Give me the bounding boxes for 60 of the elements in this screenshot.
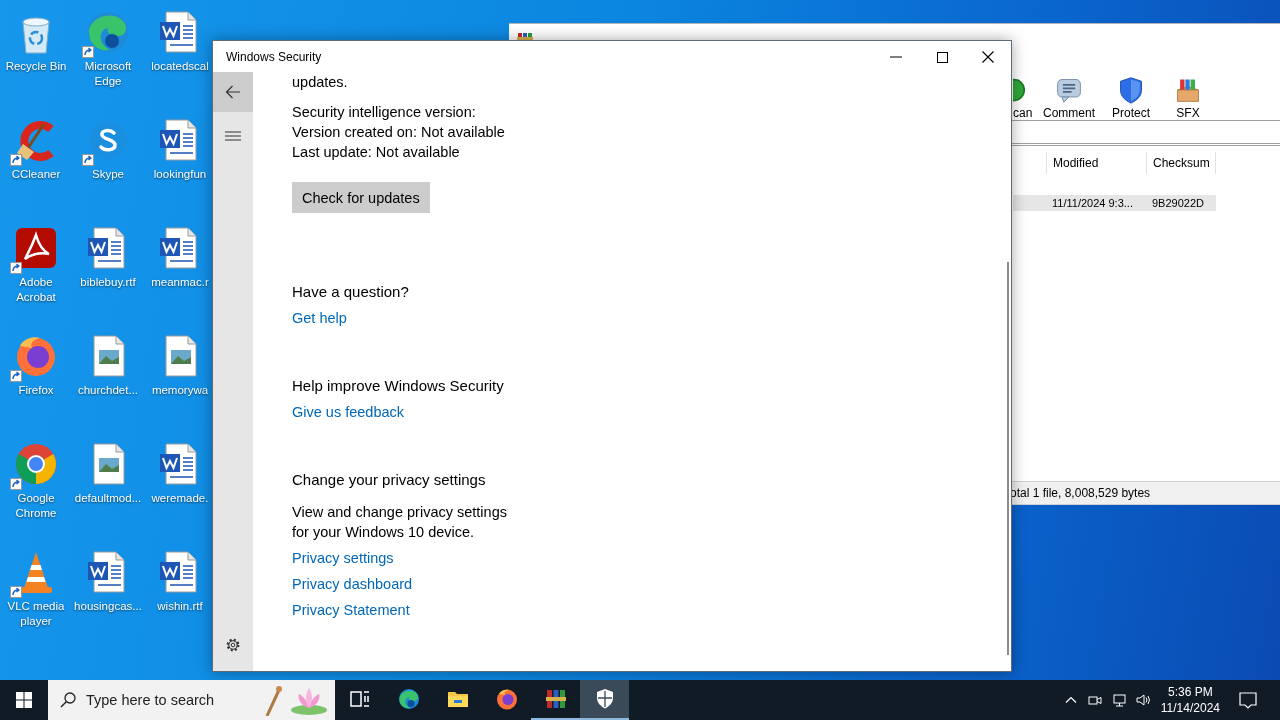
search-field[interactable]: Type here to search xyxy=(48,680,335,720)
desktop-icon-label[interactable]: Adobe Acrobat xyxy=(0,275,72,305)
table-cell-text: 9B29022D xyxy=(1151,197,1205,209)
desktop-icon-label[interactable]: memorywa xyxy=(144,383,216,398)
section-heading: Help improve Windows Security xyxy=(292,376,505,396)
link[interactable]: Privacy dashboard xyxy=(292,574,413,594)
close-icon xyxy=(980,48,996,65)
info-text: Security intelligence version: xyxy=(292,103,476,122)
desktop-icon-label[interactable]: Firefox xyxy=(0,383,72,398)
desktop-icon-label[interactable]: Recycle Bin xyxy=(0,59,72,74)
clock[interactable]: 5:36 PM 11/14/2024 xyxy=(1154,684,1226,716)
check-updates-button[interactable]: Check for updates xyxy=(292,182,430,213)
desktop-icon-label[interactable]: meanmac.r xyxy=(144,275,216,290)
link[interactable]: Privacy Statement xyxy=(292,600,410,620)
back-icon xyxy=(225,84,241,100)
window-title: Windows Security xyxy=(225,49,323,64)
link[interactable]: Give us feedback xyxy=(292,402,405,422)
desktop-icon-label[interactable]: wishin.rtf xyxy=(144,599,216,614)
toolbar-button[interactable]: can xyxy=(1013,76,1036,120)
desktop-icon-label[interactable]: lookingfun xyxy=(144,167,216,182)
menu-icon xyxy=(225,128,241,144)
toolbar-button[interactable]: SFX xyxy=(1164,76,1212,120)
desktop-icon-label[interactable]: weremade. xyxy=(144,491,216,506)
link[interactable]: Get help xyxy=(292,308,347,328)
desktop-icon-label[interactable]: Microsoft Edge xyxy=(72,59,144,89)
desktop-icon-label[interactable]: locatedscal xyxy=(144,59,216,74)
start-icon xyxy=(16,692,32,708)
column-header[interactable]: Modified xyxy=(1046,152,1146,174)
info-text: Version created on: Not available xyxy=(292,123,505,142)
desktop-icon-label[interactable]: biblebuy.rtf xyxy=(72,275,144,290)
body-text: View and change privacy settings for your Windows 10 device. xyxy=(292,503,508,542)
edge-icon xyxy=(396,687,421,711)
toolbar-button[interactable]: Comment xyxy=(1040,76,1098,120)
speech-bubble-icon xyxy=(1238,690,1258,710)
books-icon xyxy=(543,687,568,711)
section-heading: Change your privacy settings xyxy=(292,470,487,490)
firefox-icon xyxy=(494,687,519,711)
taskbar-app-button[interactable] xyxy=(580,680,629,720)
desktop-icon-label[interactable]: housingcas... xyxy=(72,599,144,614)
settings-icon xyxy=(225,637,241,653)
table-row[interactable]: 11/11/2024 9:3... 9B29022D xyxy=(1013,195,1216,211)
info-text: Last update: Not available xyxy=(292,143,460,162)
desktop-icon-label[interactable]: CCleaner xyxy=(0,167,72,182)
section-heading: Have a question? xyxy=(292,282,410,302)
desktop-icon-label[interactable]: Google Chrome xyxy=(0,491,72,521)
search-icon xyxy=(60,692,76,708)
scroll-bar[interactable] xyxy=(1007,262,1009,655)
volume-icon xyxy=(1134,692,1151,708)
toolbar-button[interactable]: Protect xyxy=(1102,76,1160,120)
desktop-icon-label[interactable]: churchdet... xyxy=(72,383,144,398)
table-cell-text: 11/11/2024 9:3... xyxy=(1051,197,1134,209)
network-icon xyxy=(1110,692,1127,708)
link[interactable]: Privacy settings xyxy=(292,548,394,568)
lotus-flower-icon xyxy=(265,684,329,716)
desktop-icon-label[interactable]: defaultmod... xyxy=(72,491,144,506)
body-text: updates. xyxy=(292,73,348,92)
desktop-icon-label[interactable]: Skype xyxy=(72,167,144,182)
column-header[interactable]: Checksum xyxy=(1146,152,1216,174)
desktop-icon-label[interactable]: VLC media player xyxy=(0,599,72,629)
minimize-icon xyxy=(890,55,902,58)
